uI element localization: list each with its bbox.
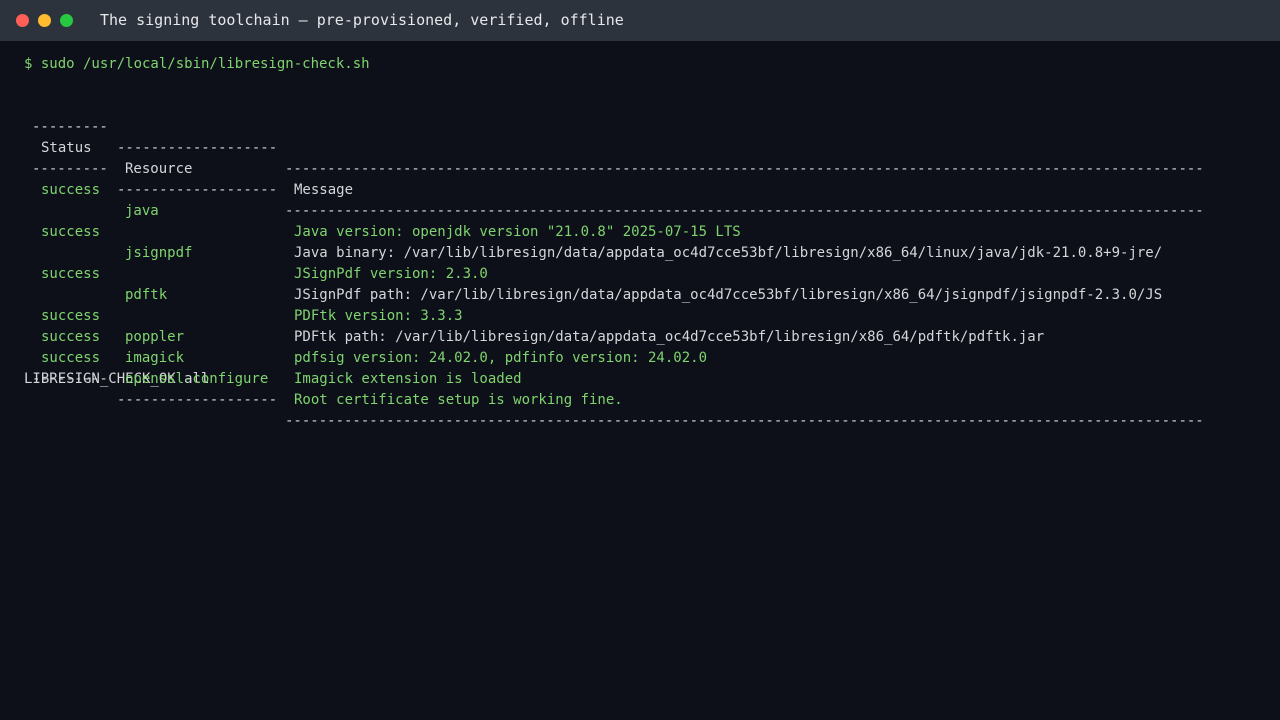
table-row: success openssl-configure Root certifica… [24, 327, 1264, 408]
table-row: Java binary: /var/lib/libresign/data/app… [24, 180, 1264, 261]
table-row: success jsignpdf JSignPdf version: 2.3.0 [24, 201, 1264, 282]
terminal-output[interactable]: $ sudo /usr/local/sbin/libresign-check.s… [24, 54, 1264, 704]
command-line: $ sudo /usr/local/sbin/libresign-check.s… [24, 56, 370, 72]
table-row: success java Java version: openjdk versi… [24, 159, 1264, 240]
row-message: Imagick extension is loaded [294, 371, 522, 387]
maximize-window-button[interactable] [60, 14, 73, 27]
minimize-window-button[interactable] [38, 14, 51, 27]
window-title: The signing toolchain — pre-provisioned,… [100, 11, 624, 29]
table-header-row: Status Resource Message [24, 117, 1264, 198]
row-resource: openssl-configure [125, 371, 269, 387]
close-window-button[interactable] [16, 14, 29, 27]
table-row: success poppler pdfsig version: 24.02.0,… [24, 285, 1264, 366]
table-row: success imagick Imagick extension is loa… [24, 306, 1264, 387]
table-row: PDFtk path: /var/lib/libresign/data/appd… [24, 264, 1264, 345]
window-titlebar: The signing toolchain — pre-provisioned,… [0, 0, 1280, 41]
table-row: JSignPdf path: /var/lib/libresign/data/a… [24, 222, 1264, 303]
table-separator-top: --------- ------------------- ----------… [32, 119, 1204, 177]
table-separator-header: --------- ------------------- ----------… [32, 161, 1204, 219]
table-separator-bottom: --------- ------------------- ----------… [32, 371, 1204, 429]
row-message: Root certificate setup is working fine. [294, 392, 623, 408]
table-row: success pdftk PDFtk version: 3.3.3 [24, 243, 1264, 324]
